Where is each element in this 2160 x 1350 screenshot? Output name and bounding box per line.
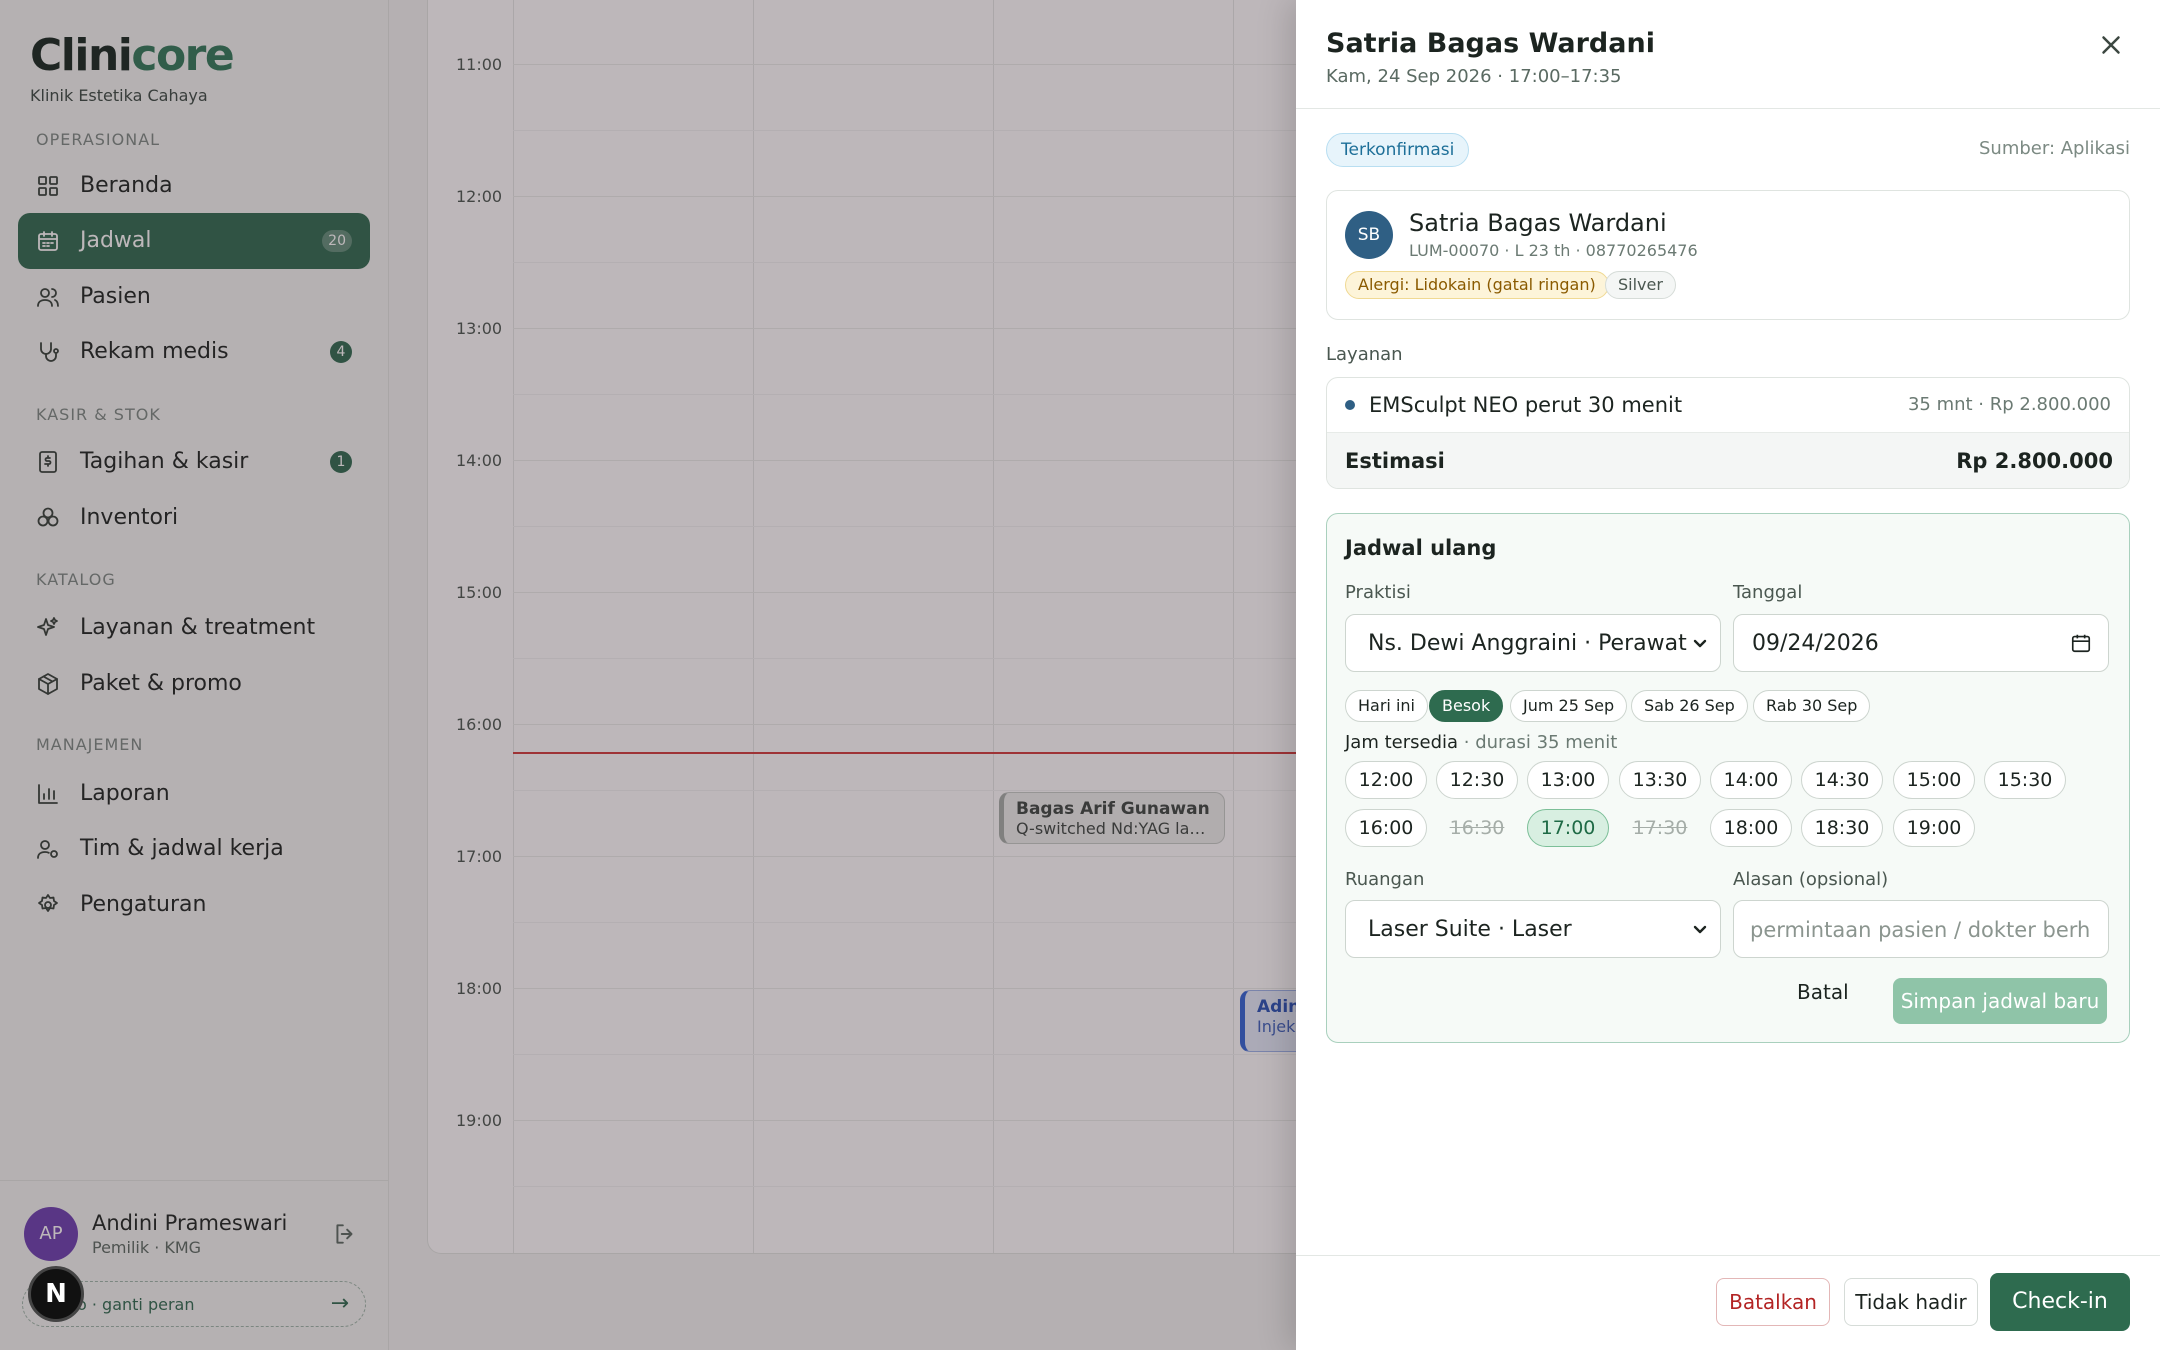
patient-name: Satria Bagas Wardani [1409, 209, 1667, 237]
room-value: Laser Suite · Laser [1368, 917, 1572, 942]
room-label: Ruangan [1345, 869, 1425, 890]
time-slot[interactable]: 19:00 [1893, 809, 1975, 847]
time-slot[interactable]: 14:00 [1710, 761, 1792, 799]
allergy-badge: Alergi: Lidokain (gatal ringan) [1345, 271, 1609, 299]
time-slot[interactable]: 14:30 [1801, 761, 1883, 799]
divider [1296, 108, 2160, 109]
chevron-down-icon [1692, 921, 1708, 937]
tier-badge: Silver [1605, 271, 1676, 299]
status-badge: Terkonfirmasi [1326, 133, 1470, 167]
time-slot[interactable]: 15:30 [1984, 761, 2066, 799]
reason-placeholder: permintaan pasien / dokter berhala [1750, 918, 2090, 942]
date-input[interactable]: 09/24/2026 [1733, 614, 2109, 672]
date-value: 09/24/2026 [1752, 631, 1879, 656]
drawer-subtitle: Kam, 24 Sep 2026 · 17:00–17:35 [1326, 66, 1622, 87]
time-slot[interactable]: 18:30 [1801, 809, 1883, 847]
reschedule-panel: Jadwal ulang Praktisi Ns. Dewi Anggraini… [1326, 513, 2130, 1043]
drawer-title: Satria Bagas Wardani [1326, 28, 1655, 59]
service-card: EMSculpt NEO perut 30 menit 35 mnt · Rp … [1326, 377, 2130, 489]
save-reschedule-button[interactable]: Simpan jadwal baru [1893, 978, 2107, 1024]
avatar: SB [1345, 211, 1393, 259]
time-slot[interactable]: 16:00 [1345, 809, 1427, 847]
day-chip-tomorrow[interactable]: Besok [1429, 690, 1504, 722]
reason-input[interactable]: permintaan pasien / dokter berhala [1733, 900, 2109, 958]
time-slot-unavailable: 16:30 [1449, 817, 1505, 839]
time-slot[interactable]: 18:00 [1710, 809, 1792, 847]
time-slot[interactable]: 15:00 [1893, 761, 1975, 799]
n-badge-icon[interactable]: N [28, 1266, 84, 1322]
cancel-appointment-button[interactable]: Batalkan [1716, 1278, 1830, 1326]
day-chip-sat[interactable]: Sab 26 Sep [1631, 690, 1748, 722]
calendar-icon[interactable] [2070, 632, 2092, 654]
time-slot[interactable]: 12:30 [1436, 761, 1518, 799]
service-name: EMSculpt NEO perut 30 menit [1369, 393, 1683, 417]
time-slot-unavailable: 17:30 [1632, 817, 1688, 839]
estimate-row: Estimasi Rp 2.800.000 [1327, 432, 2129, 488]
service-dot-icon [1345, 400, 1355, 410]
estimate-label: Estimasi [1345, 449, 1445, 473]
divider [1296, 1255, 2160, 1256]
available-slots-label: Jam tersedia · durasi 35 menit [1345, 732, 1618, 753]
day-chip-fri[interactable]: Jum 25 Sep [1510, 690, 1628, 722]
service-price: 35 mnt · Rp 2.800.000 [1907, 394, 2111, 415]
patient-meta: LUM-00070 · L 23 th · 08770265476 [1409, 241, 1698, 260]
time-slot[interactable]: 13:30 [1619, 761, 1701, 799]
service-section-label: Layanan [1326, 344, 1403, 365]
reschedule-cancel-button[interactable]: Batal [1797, 980, 1849, 1004]
estimate-value: Rp 2.800.000 [1956, 449, 2113, 473]
chevron-down-icon [1692, 635, 1708, 651]
room-select[interactable]: Laser Suite · Laser [1345, 900, 1721, 958]
practitioner-value: Ns. Dewi Anggraini · Perawat [1368, 631, 1687, 656]
time-slot[interactable]: 13:00 [1527, 761, 1609, 799]
reschedule-title: Jadwal ulang [1345, 536, 1497, 560]
time-slot-selected[interactable]: 17:00 [1527, 809, 1609, 847]
practitioner-label: Praktisi [1345, 582, 1411, 603]
reason-label: Alasan (opsional) [1733, 869, 1889, 890]
appointment-drawer: Satria Bagas Wardani Kam, 24 Sep 2026 · … [1296, 0, 2160, 1350]
check-in-button[interactable]: Check-in [1990, 1273, 2130, 1331]
booking-source: Sumber: Aplikasi [1979, 138, 2130, 159]
practitioner-select[interactable]: Ns. Dewi Anggraini · Perawat [1345, 614, 1721, 672]
close-icon[interactable] [2096, 30, 2126, 60]
day-chip-today[interactable]: Hari ini [1345, 690, 1428, 722]
time-slot[interactable]: 12:00 [1345, 761, 1427, 799]
day-chip-wed[interactable]: Rab 30 Sep [1753, 690, 1871, 722]
no-show-button[interactable]: Tidak hadir [1844, 1278, 1978, 1326]
patient-card[interactable]: SB Satria Bagas Wardani LUM-00070 · L 23… [1326, 190, 2130, 320]
date-label: Tanggal [1733, 582, 1803, 603]
